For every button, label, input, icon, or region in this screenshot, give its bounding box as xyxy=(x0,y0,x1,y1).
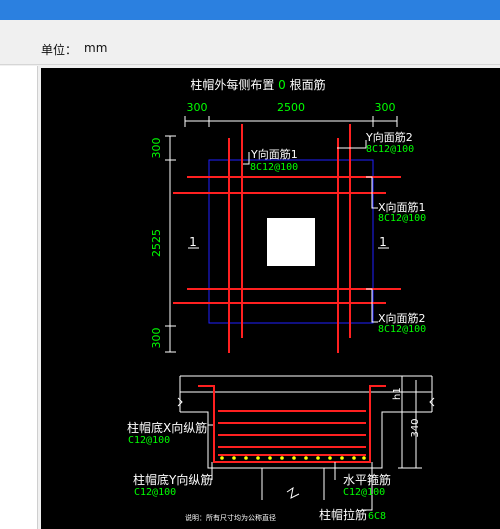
height-dim: 340 xyxy=(410,418,421,437)
left-dim-middle: 2525 xyxy=(150,229,163,257)
x-bar1-label: X向面筋1 xyxy=(378,200,426,214)
section-rebars xyxy=(198,385,386,463)
drawing-note: 说明：所有尺寸均为公称直径 xyxy=(185,513,276,522)
drawing-title: 柱帽外每侧布置 0 根面筋 xyxy=(190,77,325,92)
bottom-y-label: 柱帽底Y向纵筋 xyxy=(133,472,212,487)
drawing-canvas: 柱帽外每侧布置 0 根面筋 300 2500 300 300 2525 300 xyxy=(41,68,500,529)
section-mark-left: 1 xyxy=(189,235,197,249)
column xyxy=(267,218,315,266)
left-panel xyxy=(0,66,38,529)
top-dim-middle: 2500 xyxy=(277,101,305,114)
top-dimension xyxy=(184,116,398,127)
y-bar2-label: Y向面筋2 xyxy=(365,130,413,144)
title-count: 0 xyxy=(278,78,286,92)
left-dim-top: 300 xyxy=(150,138,163,159)
bottom-y-spec: C12@100 xyxy=(134,487,176,498)
y-bar1-spec: 8C12@100 xyxy=(250,162,298,173)
stirrup-label: 水平箍筋 xyxy=(343,472,391,487)
left-dimension xyxy=(165,135,176,353)
left-dim-bottom: 300 xyxy=(150,328,163,349)
x-bar2-spec: 8C12@100 xyxy=(378,324,426,335)
toolbar: 单位： mm xyxy=(0,20,500,65)
section-bottom-bars xyxy=(220,456,366,460)
tie-label: 柱帽拉筋 xyxy=(319,507,367,522)
stirrup-spec: C12@100 xyxy=(343,487,385,498)
y-bar1-label: Y向面筋1 xyxy=(250,147,298,161)
x-bar2-label: X向面筋2 xyxy=(378,311,426,325)
rebar-drawing: 柱帽外每侧布置 0 根面筋 300 2500 300 300 2525 300 xyxy=(127,77,435,522)
unit-label: 单位： xyxy=(41,43,78,57)
bottom-x-label: 柱帽底X向纵筋 xyxy=(127,420,207,435)
x-bar1-spec: 8C12@100 xyxy=(378,213,426,224)
title-prefix: 柱帽外每侧布置 xyxy=(190,77,274,92)
tie-spec: 6C8 xyxy=(368,511,386,522)
section-mark-right: 1 xyxy=(379,235,387,249)
top-dim-right: 300 xyxy=(375,101,396,114)
window-title-bar xyxy=(0,0,500,20)
top-dim-left: 300 xyxy=(187,101,208,114)
h1-label: h1 xyxy=(392,387,403,400)
y-bar2-spec: 8C12@100 xyxy=(366,144,414,155)
unit-value: mm xyxy=(84,41,108,55)
bottom-x-spec: C12@100 xyxy=(128,435,170,446)
title-suffix: 根面筋 xyxy=(290,77,326,92)
